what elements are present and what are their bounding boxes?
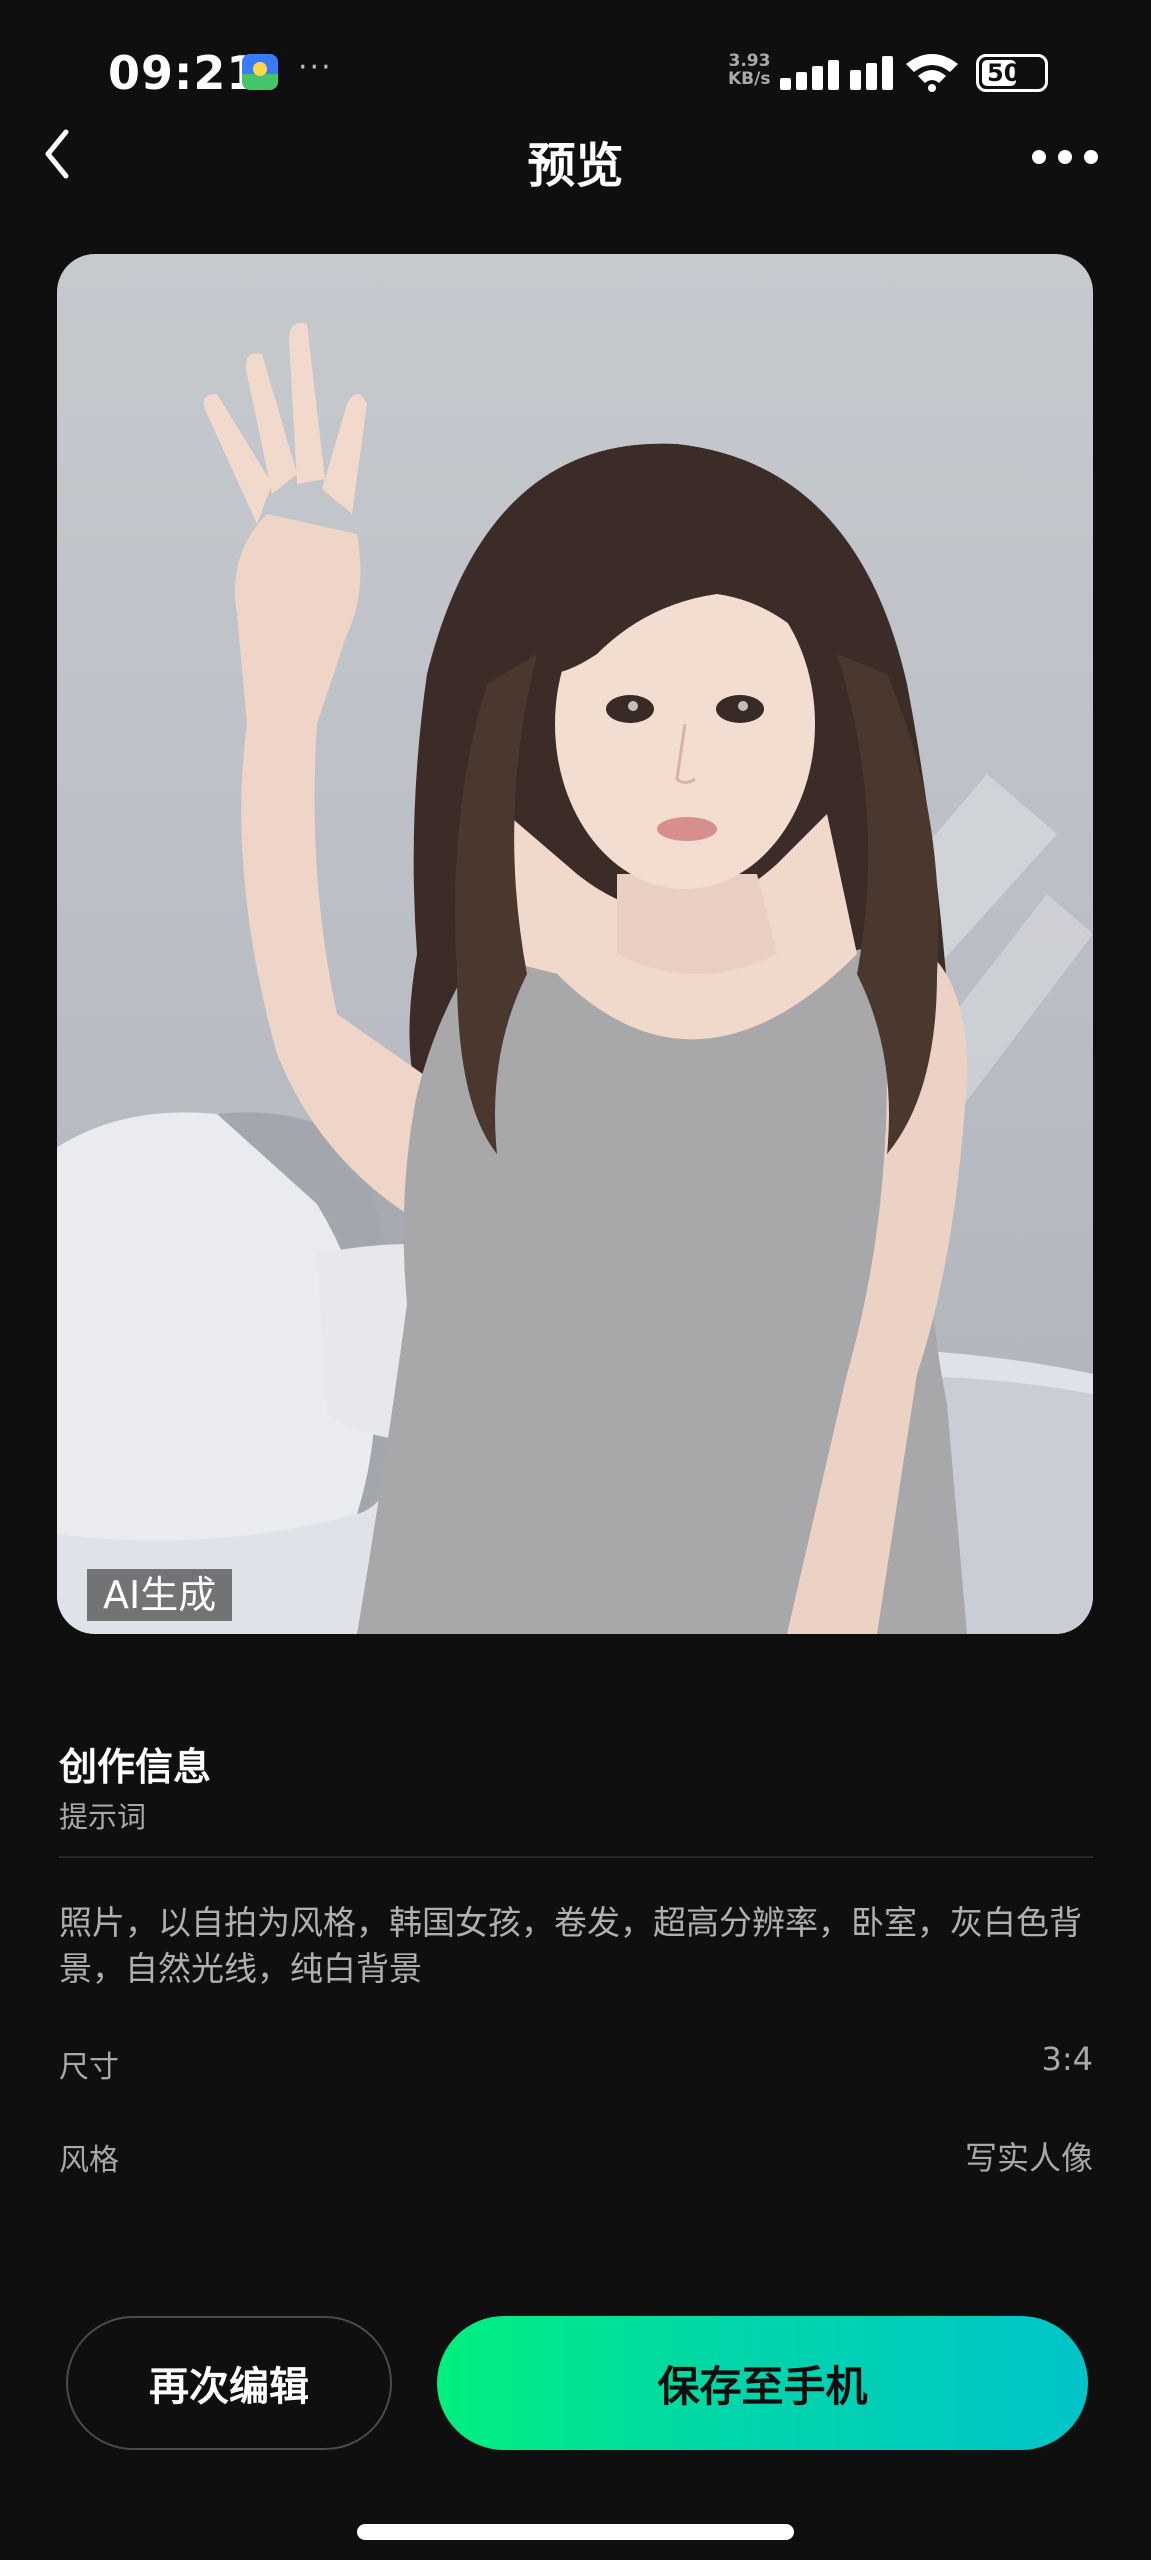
size-value: 3:4 xyxy=(1041,2040,1094,2078)
wifi-icon xyxy=(906,54,958,92)
battery-icon: 50 xyxy=(976,54,1048,92)
status-bar: 09:21 ··· 3.93 KB/s 50 xyxy=(0,0,1151,110)
size-label: 尺寸 xyxy=(59,2050,119,2085)
style-value: 写实人像 xyxy=(964,2139,1093,2177)
network-speed-unit: KB/s xyxy=(728,69,771,89)
home-indicator[interactable] xyxy=(357,2524,794,2540)
edit-again-button[interactable]: 再次编辑 xyxy=(66,2316,392,2450)
nav-bar: 预览 xyxy=(0,100,1151,210)
page-title: 预览 xyxy=(527,138,624,194)
more-dot-icon xyxy=(1032,150,1046,164)
more-button[interactable] xyxy=(1030,130,1102,180)
network-speed: 3.93 KB/s xyxy=(728,52,770,88)
battery-level: 50 xyxy=(987,59,1021,87)
more-dot-icon xyxy=(1084,150,1098,164)
preview-page: 09:21 ··· 3.93 KB/s 50 预览 AI生成 创作信息 提示词 … xyxy=(0,0,1151,2560)
save-to-phone-button[interactable]: 保存至手机 xyxy=(437,2316,1088,2450)
prompt-text: 照片，以自拍为风格，韩国女孩，卷发，超高分辨率，卧室，灰白色背景，自然光线，纯白… xyxy=(59,1903,1082,1988)
ai-generated-badge: AI生成 xyxy=(87,1569,233,1621)
status-time: 09:21 xyxy=(108,46,260,100)
prompt-label: 提示词 xyxy=(59,1800,147,1834)
signal-icon xyxy=(780,56,893,90)
more-notifications-icon: ··· xyxy=(298,50,333,85)
divider xyxy=(59,1856,1093,1858)
creation-info-title: 创作信息 xyxy=(59,1745,212,1789)
network-speed-value: 3.93 xyxy=(728,51,771,71)
generated-image[interactable]: AI生成 xyxy=(57,254,1093,1634)
style-label: 风格 xyxy=(59,2143,119,2178)
gallery-app-icon xyxy=(242,54,278,90)
more-dot-icon xyxy=(1058,150,1072,164)
portrait-illustration xyxy=(57,323,1093,1634)
